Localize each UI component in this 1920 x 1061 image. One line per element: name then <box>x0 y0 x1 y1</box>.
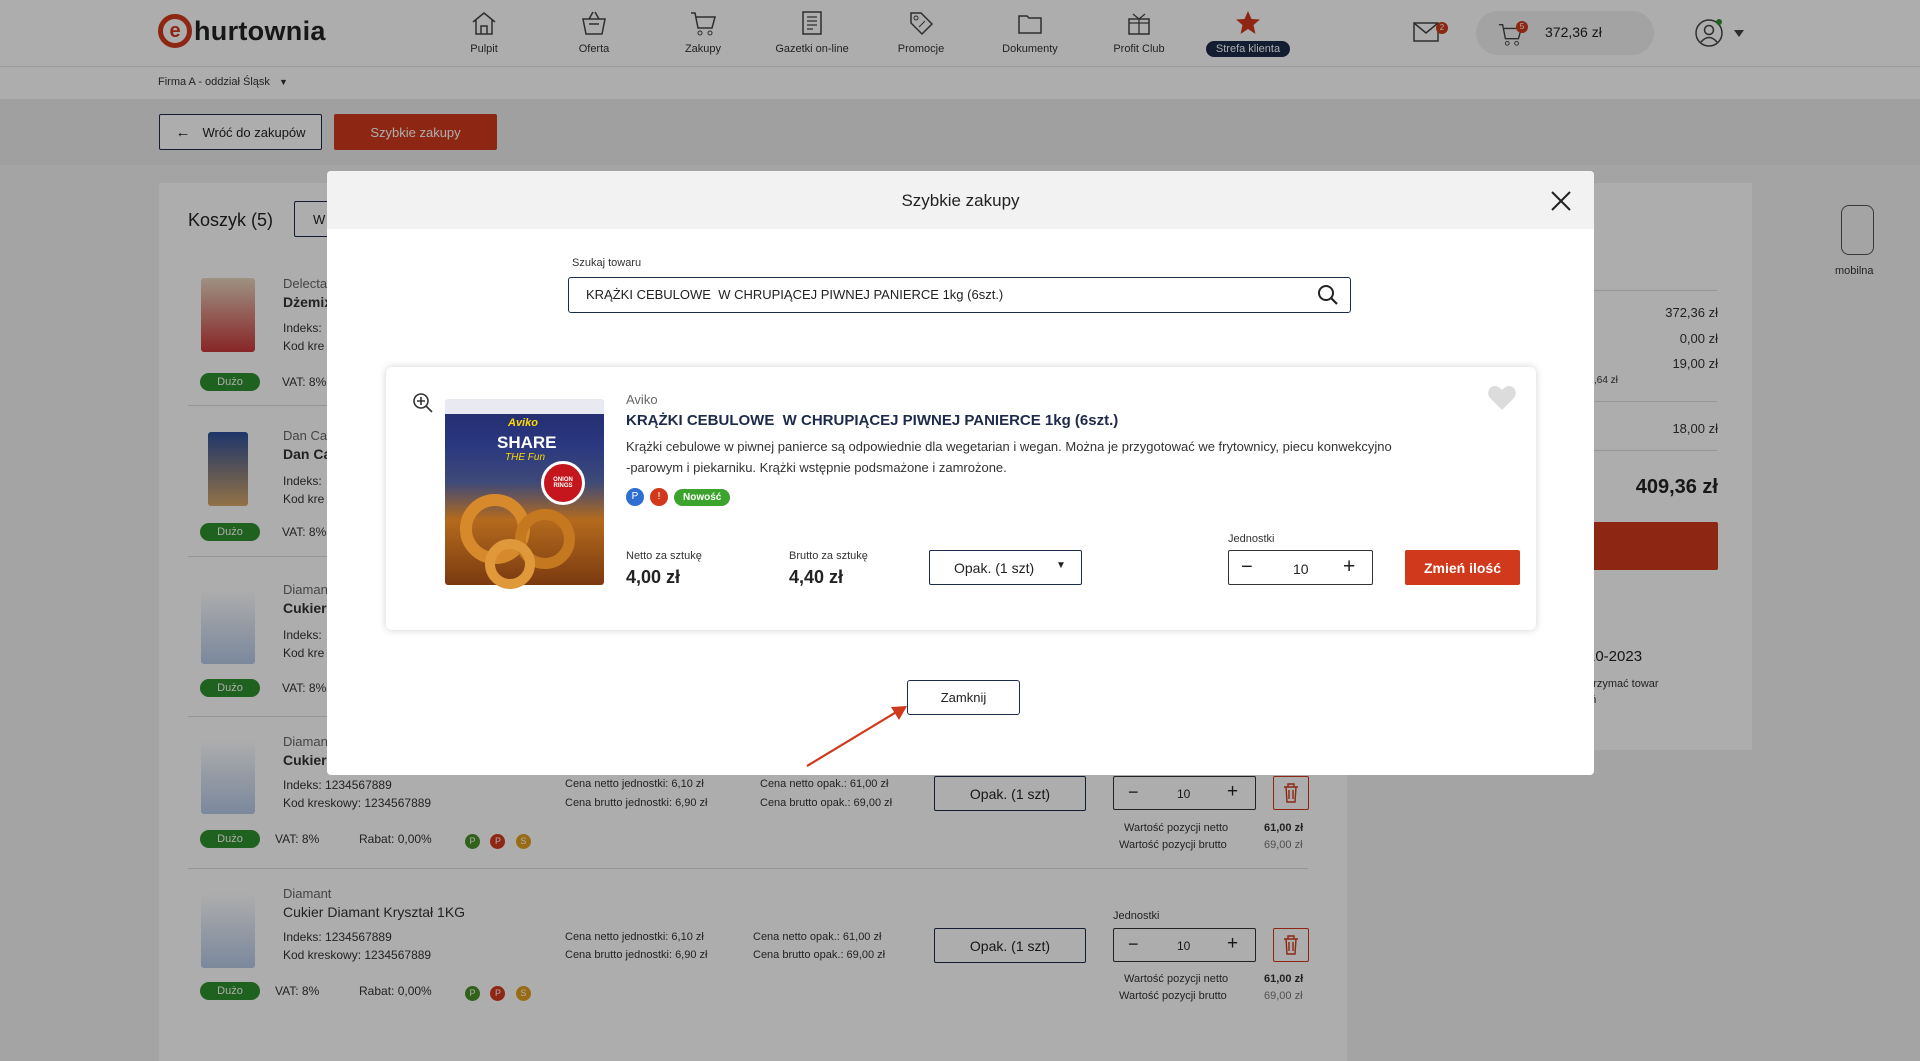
product-name[interactable]: KRĄŻKI CEBULOWE W CHRUPIĄCEJ PIWNEJ PANI… <box>626 412 1118 429</box>
package-select[interactable]: Opak. (1 szt) ▼ <box>929 550 1082 585</box>
quantity-stepper: − 10 + <box>1228 550 1373 585</box>
change-quantity-label: Zmień ilość <box>1423 559 1502 576</box>
search-icon[interactable] <box>1317 284 1339 306</box>
change-quantity-button[interactable]: Zmień ilość <box>1405 550 1520 585</box>
package-top <box>445 399 604 414</box>
zoom-in-icon[interactable] <box>412 392 434 414</box>
package-the-fun: THE Fun <box>505 452 546 463</box>
product-brand: Aviko <box>626 392 658 407</box>
quick-shopping-modal: Szybkie zakupy Szukaj towaru KRĄŻKI CEBU… <box>327 171 1594 775</box>
badge-warning: ! <box>650 488 668 506</box>
heart-icon[interactable] <box>1487 385 1517 411</box>
brutto-price: 4,40 zł <box>789 567 844 587</box>
close-modal-label: Zamknij <box>940 690 987 705</box>
new-badge: Nowość <box>674 488 731 506</box>
onion-ring <box>485 539 535 589</box>
badge-p: P <box>626 488 644 506</box>
search-value: KRĄŻKI CEBULOWE W CHRUPIĄCEJ PIWNEJ PANI… <box>586 287 1004 302</box>
package-seal: ONION RINGS <box>541 461 585 505</box>
caret-down-icon: ▼ <box>1056 560 1066 571</box>
product-description-line: Krążki cebulowe w piwnej panierce są odp… <box>626 439 1392 454</box>
package-brand: Aviko <box>508 417 538 429</box>
product-badges: P ! Nowość <box>626 488 731 506</box>
package-share: SHARE <box>497 433 557 452</box>
product-image[interactable]: Aviko SHARE THE Fun ONION RINGS <box>445 399 604 589</box>
annotation-arrow <box>806 706 907 767</box>
product-card: Aviko SHARE THE Fun ONION RINGS Aviko KR… <box>386 367 1536 630</box>
search-input[interactable]: KRĄŻKI CEBULOWE W CHRUPIĄCEJ PIWNEJ PANI… <box>568 277 1351 313</box>
qty-value[interactable]: 10 <box>1293 561 1309 577</box>
minus-icon[interactable]: − <box>1241 556 1253 579</box>
product-description-line: -parowym i piekarniku. Krążki wstępnie p… <box>626 460 1007 475</box>
netto-price: 4,00 zł <box>626 567 681 587</box>
package-select-value: Opak. (1 szt) <box>954 559 1035 576</box>
close-icon <box>1551 191 1571 211</box>
plus-icon[interactable]: + <box>1343 555 1355 579</box>
netto-label: Netto za sztukę <box>626 550 702 562</box>
brutto-label: Brutto za sztukę <box>789 550 868 562</box>
modal-title: Szybkie zakupy <box>901 191 1020 210</box>
search-label: Szukaj towaru <box>572 257 642 269</box>
units-label: Jednostki <box>1228 533 1275 545</box>
modal-close-button[interactable] <box>1551 191 1571 216</box>
